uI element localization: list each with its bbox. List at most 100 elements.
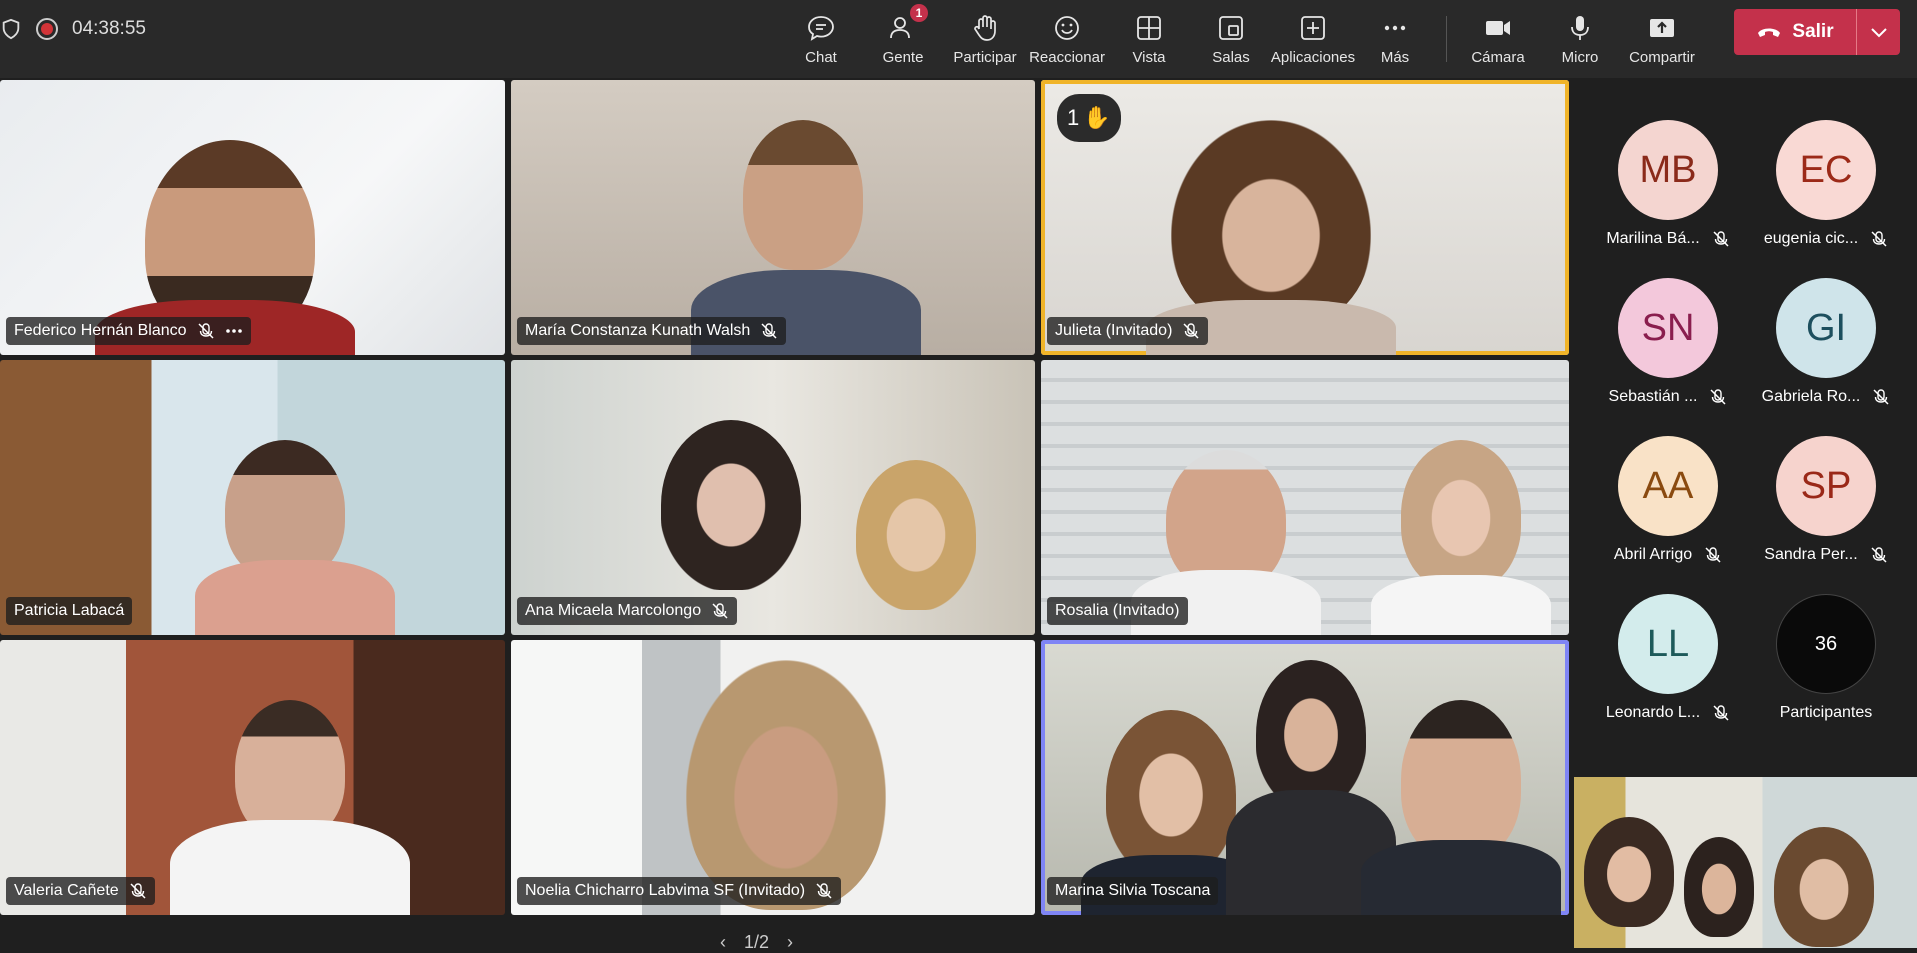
video-tile[interactable]: María Constanza Kunath Walsh bbox=[511, 80, 1035, 355]
avatar: AA bbox=[1618, 436, 1718, 536]
camera-label: Cámara bbox=[1471, 48, 1525, 66]
mic-off-icon bbox=[1705, 547, 1721, 563]
mic-off-icon bbox=[712, 603, 728, 619]
roster-participant[interactable]: SP Sandra Per... bbox=[1746, 436, 1906, 564]
toolbar-divider bbox=[1446, 16, 1447, 62]
leave-label: Salir bbox=[1792, 21, 1834, 42]
avatar: LL bbox=[1618, 594, 1718, 694]
more-label: Más bbox=[1380, 48, 1410, 66]
meeting-toolbar: 04:38:55 Chat 1 Gente Participar Reaccio… bbox=[0, 0, 1917, 78]
people-button[interactable]: 1 Gente bbox=[862, 0, 944, 78]
mic-off-icon bbox=[1871, 547, 1887, 563]
roster-name: Leonardo L... bbox=[1605, 704, 1701, 721]
ellipsis-icon bbox=[1384, 25, 1406, 30]
participant-video bbox=[1171, 120, 1371, 330]
raise-hand-label: Participar bbox=[953, 48, 1017, 66]
roster-name: eugenia cic... bbox=[1763, 230, 1859, 247]
apps-button[interactable]: Aplicaciones bbox=[1270, 0, 1356, 78]
grid-icon bbox=[1137, 15, 1161, 40]
camera-button[interactable]: Cámara bbox=[1457, 0, 1539, 78]
participant-name: Ana Micaela Marcolongo bbox=[525, 602, 702, 619]
participant-video bbox=[661, 420, 801, 590]
participants-overflow-button[interactable]: 36 Participantes bbox=[1746, 594, 1906, 722]
participant-name: Marina Silvia Toscana bbox=[1055, 882, 1211, 899]
chevron-left-icon[interactable]: ‹ bbox=[720, 932, 726, 953]
react-button[interactable]: Reaccionar bbox=[1026, 0, 1108, 78]
page-navigation: ‹ 1/2 › bbox=[720, 932, 793, 953]
raised-hand-order: 1 bbox=[1067, 105, 1080, 130]
rooms-icon bbox=[1219, 15, 1243, 40]
participant-video bbox=[1401, 700, 1521, 860]
participant-name-tag: Patricia Labacá bbox=[6, 597, 133, 625]
chat-button[interactable]: Chat bbox=[780, 0, 862, 78]
roster-participant[interactable]: MB Marilina Bá... bbox=[1588, 120, 1748, 248]
participant-video bbox=[1256, 660, 1366, 810]
mic-off-icon bbox=[816, 883, 832, 899]
roster-participant[interactable]: LL Leonardo L... bbox=[1588, 594, 1748, 722]
mic-button[interactable]: Micro bbox=[1539, 0, 1621, 78]
people-badge: 1 bbox=[910, 4, 928, 22]
leave-main[interactable]: Salir bbox=[1734, 21, 1856, 43]
smiley-icon bbox=[1055, 15, 1079, 40]
video-tile[interactable]: Rosalia (Invitado) bbox=[1041, 360, 1569, 635]
chat-icon bbox=[808, 15, 834, 41]
apps-label: Aplicaciones bbox=[1270, 48, 1356, 66]
raised-hand-icon: ✋ bbox=[1083, 105, 1111, 130]
roster-participant[interactable]: SN Sebastián ... bbox=[1588, 278, 1748, 406]
leave-options-dropdown[interactable] bbox=[1856, 9, 1900, 55]
self-view-video[interactable] bbox=[1574, 777, 1917, 948]
rooms-label: Salas bbox=[1212, 48, 1250, 66]
roster-participant[interactable]: GI Gabriela Ro... bbox=[1746, 278, 1906, 406]
participant-video bbox=[743, 120, 863, 270]
participant-name-tag: Federico Hernán Blanco bbox=[6, 317, 251, 345]
mic-off-icon bbox=[130, 883, 146, 899]
hang-up-icon bbox=[1758, 28, 1781, 37]
mic-off-icon bbox=[198, 323, 214, 339]
chevron-right-icon[interactable]: › bbox=[787, 932, 793, 953]
video-tile-active-speaker[interactable]: 1 ✋ Julieta (Invitado) bbox=[1041, 80, 1569, 355]
video-tile[interactable]: Valeria Cañete bbox=[0, 640, 505, 915]
roster-participant[interactable]: EC eugenia cic... bbox=[1746, 120, 1906, 248]
participant-name-tag: Marina Silvia Toscana bbox=[1047, 877, 1219, 905]
roster-name: Abril Arrigo bbox=[1613, 546, 1693, 563]
more-button[interactable]: Más bbox=[1354, 0, 1436, 78]
mic-off-icon bbox=[761, 323, 777, 339]
view-button[interactable]: Vista bbox=[1108, 0, 1190, 78]
record-time: 04:38:55 bbox=[72, 18, 146, 39]
avatar: MB bbox=[1618, 120, 1718, 220]
participant-shoulders bbox=[1371, 575, 1551, 635]
participant-video bbox=[1401, 440, 1521, 590]
record-icon bbox=[36, 18, 58, 40]
leave-button[interactable]: Salir bbox=[1734, 9, 1900, 55]
participant-video bbox=[1774, 827, 1874, 947]
roster-name: Sandra Per... bbox=[1764, 546, 1858, 563]
video-tile-speaking[interactable]: Marina Silvia Toscana bbox=[1041, 640, 1569, 915]
ellipsis-icon[interactable] bbox=[225, 328, 243, 334]
roster-participant[interactable]: AA Abril Arrigo bbox=[1588, 436, 1748, 564]
roster-name: Gabriela Ro... bbox=[1761, 388, 1861, 405]
share-label: Compartir bbox=[1629, 48, 1695, 66]
participant-video bbox=[1684, 837, 1754, 937]
avatar: GI bbox=[1776, 278, 1876, 378]
camera-icon bbox=[1486, 20, 1510, 35]
share-button[interactable]: Compartir bbox=[1621, 0, 1703, 78]
video-tile[interactable]: Noelia Chicharro Labvima SF (Invitado) bbox=[511, 640, 1035, 915]
participant-name: Patricia Labacá bbox=[14, 602, 125, 619]
react-label: Reaccionar bbox=[1029, 48, 1105, 66]
page-indicator: 1/2 bbox=[744, 932, 770, 952]
video-tile[interactable]: Federico Hernán Blanco bbox=[0, 80, 505, 355]
participant-roster: MB Marilina Bá... EC eugenia cic... SN S… bbox=[1568, 80, 1917, 765]
participant-name-tag: Ana Micaela Marcolongo bbox=[517, 597, 738, 625]
rooms-button[interactable]: Salas bbox=[1190, 0, 1272, 78]
participant-name: María Constanza Kunath Walsh bbox=[525, 322, 751, 339]
mic-off-icon bbox=[1183, 323, 1199, 339]
chat-label: Chat bbox=[805, 48, 837, 66]
plus-box-icon bbox=[1301, 15, 1325, 40]
participant-name: Federico Hernán Blanco bbox=[14, 322, 187, 339]
participant-name: Valeria Cañete bbox=[14, 882, 119, 899]
video-tile[interactable]: Ana Micaela Marcolongo bbox=[511, 360, 1035, 635]
participant-shoulders bbox=[195, 560, 395, 635]
participant-video bbox=[235, 700, 345, 840]
raise-hand-button[interactable]: Participar bbox=[944, 0, 1026, 78]
video-tile[interactable]: Patricia Labacá bbox=[0, 360, 505, 635]
